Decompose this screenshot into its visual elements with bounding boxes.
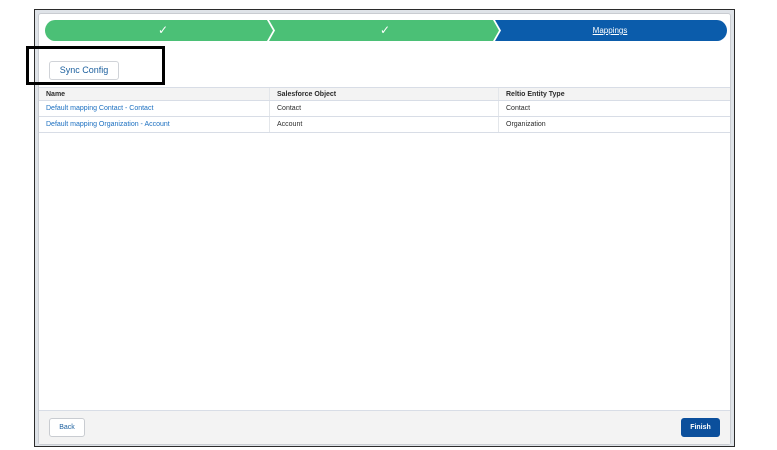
mapping-name-link[interactable]: Default mapping Contact - Contact	[39, 101, 269, 116]
table-header: Name Salesforce Object Reltio Entity Typ…	[39, 87, 730, 101]
path-stage-label-mappings[interactable]: Mappings	[501, 20, 719, 41]
check-icon: ✓	[157, 23, 169, 37]
finish-button[interactable]: Finish	[681, 418, 720, 437]
progress-path: ✓ ✓ Mappings	[45, 20, 728, 41]
column-header-name[interactable]: Name	[39, 88, 269, 100]
check-icon: ✓	[379, 23, 391, 37]
modal-panel	[38, 13, 731, 445]
column-header-reltio-entity-type[interactable]: Reltio Entity Type	[498, 88, 730, 100]
mapping-name-link[interactable]: Default mapping Organization - Account	[39, 117, 269, 132]
sync-config-button[interactable]: Sync Config	[49, 61, 119, 80]
modal-footer	[39, 410, 730, 444]
table-row: Default mapping Contact - Contact Contac…	[39, 101, 730, 117]
table-row: Default mapping Organization - Account A…	[39, 117, 730, 133]
column-header-salesforce-object[interactable]: Salesforce Object	[269, 88, 498, 100]
salesforce-object-cell: Account	[269, 117, 498, 132]
back-button[interactable]: Back	[49, 418, 85, 437]
reltio-entity-type-cell: Contact	[498, 101, 730, 116]
mappings-table: Name Salesforce Object Reltio Entity Typ…	[39, 87, 730, 133]
reltio-entity-type-cell: Organization	[498, 117, 730, 132]
salesforce-object-cell: Contact	[269, 101, 498, 116]
